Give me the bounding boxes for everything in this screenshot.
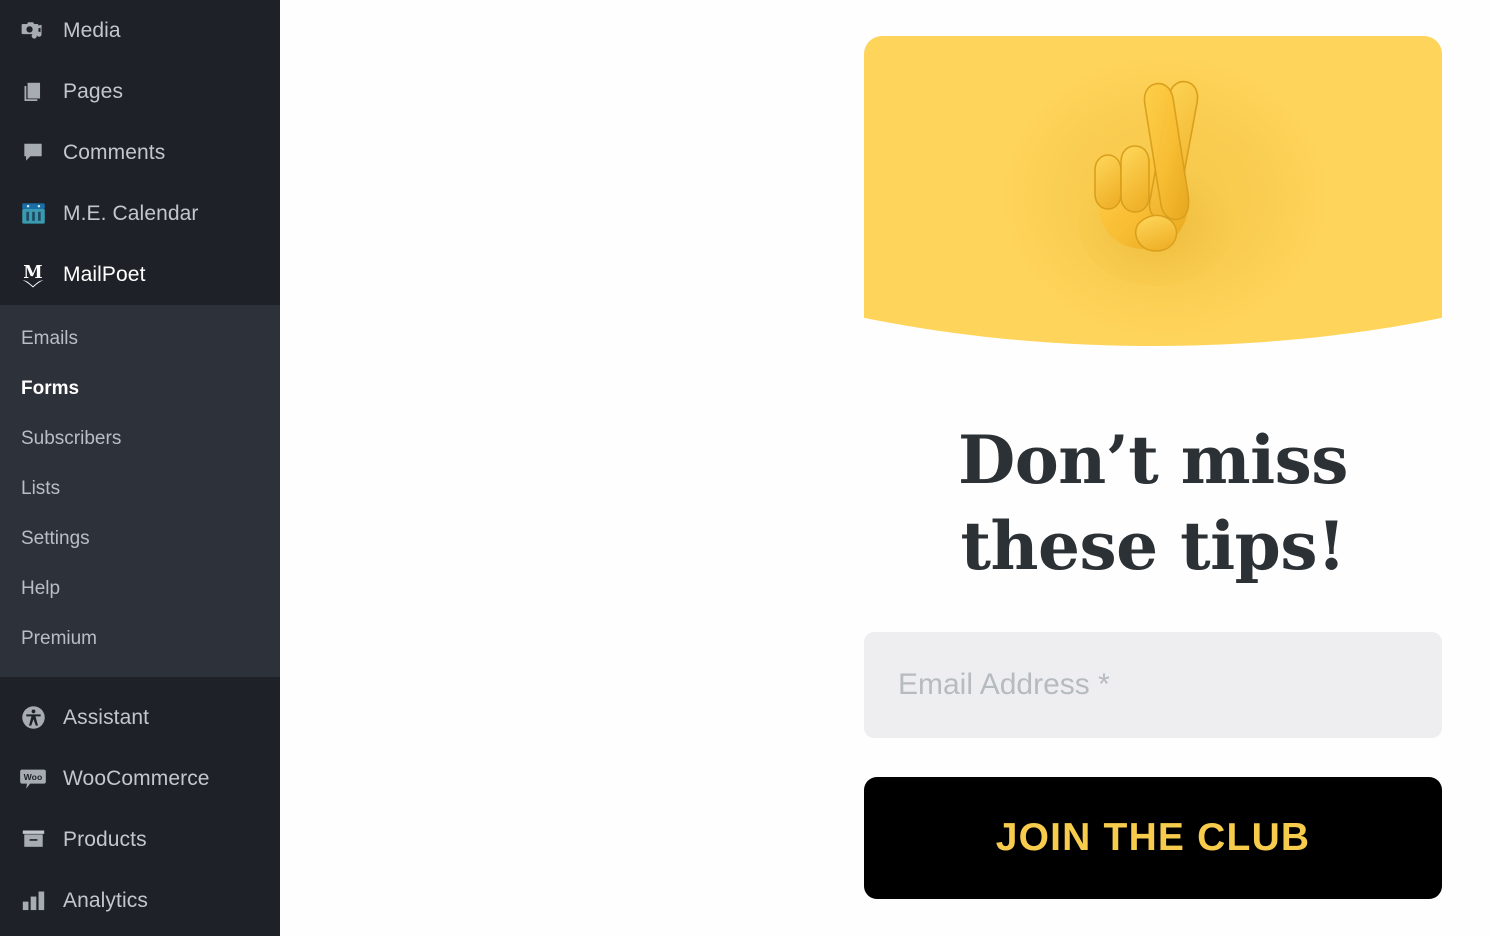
submenu-item-label: Emails	[21, 327, 79, 349]
sidebar-item-label: Comments	[63, 141, 166, 164]
svg-text:M: M	[23, 262, 43, 282]
mailpoet-submenu: Emails Forms Subscribers Lists Settings …	[0, 305, 280, 677]
form-headline-line-2: these tips!	[960, 506, 1346, 585]
submenu-item-lists[interactable]: Lists	[0, 463, 280, 513]
sidebar-item-analytics[interactable]: Analytics	[0, 870, 280, 931]
subscription-form-card: Don’t miss these tips! JOIN THE CLUB	[864, 36, 1442, 936]
submenu-item-label: Help	[21, 577, 61, 599]
submenu-item-label: Subscribers	[21, 427, 122, 449]
form-preview-area: Don’t miss these tips! JOIN THE CLUB	[280, 0, 1490, 936]
submenu-item-subscribers[interactable]: Subscribers	[0, 413, 280, 463]
form-hero-banner	[864, 36, 1442, 346]
sidebar-item-label: Products	[63, 828, 147, 851]
media-icon	[14, 18, 52, 44]
submenu-item-help[interactable]: Help	[0, 563, 280, 613]
accessibility-icon	[14, 704, 52, 731]
sidebar-item-label: Assistant	[63, 706, 150, 729]
sidebar-item-woocommerce[interactable]: Woo WooCommerce	[0, 748, 280, 809]
woocommerce-icon: Woo	[14, 765, 52, 793]
submenu-item-label: Lists	[21, 477, 61, 499]
submenu-item-forms[interactable]: Forms	[0, 363, 280, 413]
svg-text:Woo: Woo	[24, 771, 43, 781]
sidebar-item-me-calendar[interactable]: M.E. Calendar	[0, 183, 280, 244]
sidebar-item-label: Media	[63, 19, 121, 42]
sidebar-item-label: MailPoet	[63, 263, 146, 286]
mailpoet-icon: M	[14, 261, 52, 289]
sidebar-item-media[interactable]: Media	[0, 0, 280, 61]
email-input[interactable]	[864, 631, 1442, 738]
submenu-item-label: Premium	[21, 627, 98, 649]
sidebar-item-mailpoet[interactable]: M MailPoet	[0, 244, 280, 305]
sidebar-item-label: Analytics	[63, 889, 148, 912]
sidebar-item-assistant[interactable]: Assistant	[0, 687, 280, 748]
admin-sidebar: Media Pages Comments M.E. Calendar M Mai…	[0, 0, 280, 936]
submenu-item-settings[interactable]: Settings	[0, 513, 280, 563]
app-root: Media Pages Comments M.E. Calendar M Mai…	[0, 0, 1490, 936]
form-headline: Don’t miss these tips!	[864, 418, 1442, 590]
crossed-fingers-emoji	[864, 74, 1442, 321]
form-headline-line-1: Don’t miss	[958, 421, 1348, 499]
submenu-item-emails[interactable]: Emails	[0, 313, 280, 363]
products-icon	[14, 826, 52, 853]
submenu-item-label: Forms	[21, 377, 80, 399]
submit-button[interactable]: JOIN THE CLUB	[864, 776, 1442, 899]
analytics-icon	[14, 887, 52, 914]
comments-icon	[14, 140, 52, 166]
submenu-item-premium[interactable]: Premium	[0, 613, 280, 663]
sidebar-item-comments[interactable]: Comments	[0, 122, 280, 183]
sidebar-item-pages[interactable]: Pages	[0, 61, 280, 122]
calendar-icon	[14, 200, 52, 227]
sidebar-item-label: M.E. Calendar	[63, 202, 199, 225]
sidebar-primary-group: Media Pages Comments M.E. Calendar M Mai…	[0, 0, 280, 305]
sidebar-item-label: WooCommerce	[63, 767, 210, 790]
sidebar-item-label: Pages	[63, 80, 124, 103]
sidebar-lower-group: Assistant Woo WooCommerce Products Analy…	[0, 677, 280, 931]
submenu-item-label: Settings	[21, 527, 90, 549]
sidebar-item-products[interactable]: Products	[0, 809, 280, 870]
pages-icon	[14, 79, 52, 105]
